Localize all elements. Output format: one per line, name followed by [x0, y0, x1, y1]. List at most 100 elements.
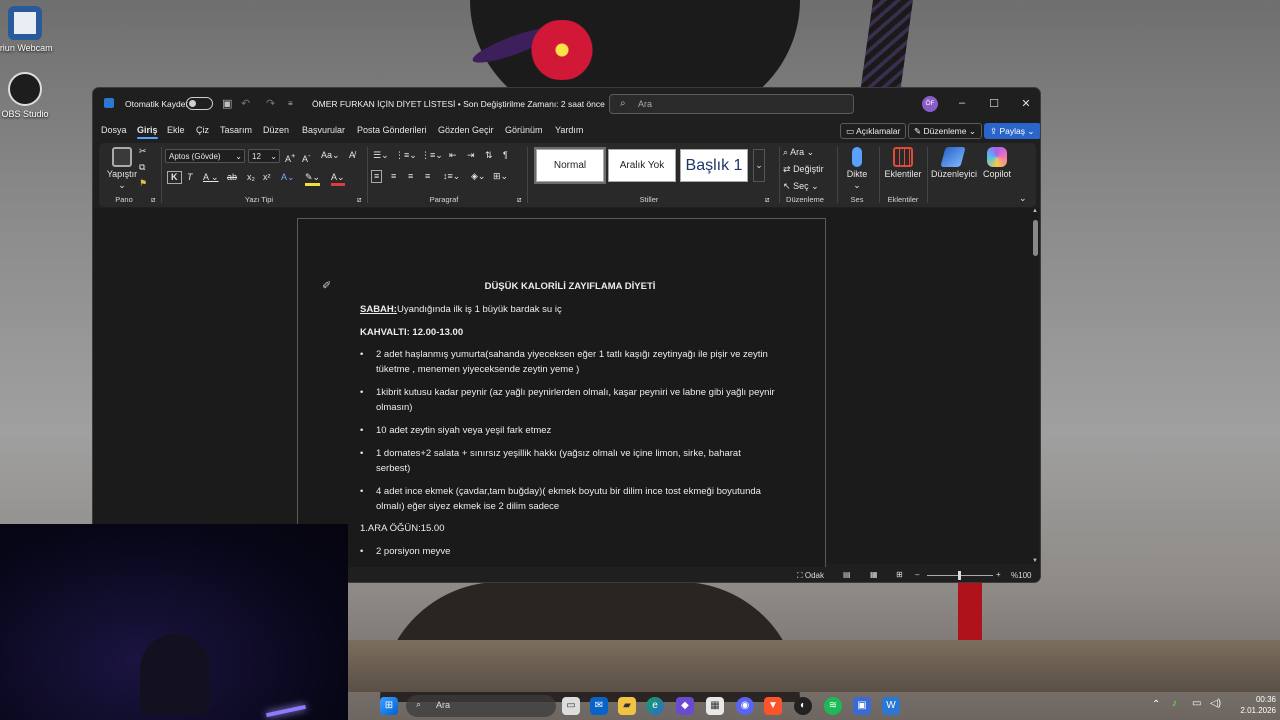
maximize-icon[interactable]: ☐ [987, 97, 1001, 110]
minimize-icon[interactable]: – [955, 97, 969, 109]
autosave-toggle[interactable] [186, 97, 213, 110]
customize-toolbar-icon[interactable]: ≡ [288, 99, 293, 108]
highlight-icon[interactable]: ✎⌄ [305, 172, 321, 186]
replace-button[interactable]: ⇄ Değiştir [783, 164, 824, 175]
dialog-launcher-icon[interactable]: ⧄ [765, 195, 769, 206]
web-layout-icon[interactable]: ⊞ [896, 570, 903, 579]
store-icon[interactable]: ▦ [706, 697, 724, 715]
strikethrough-button[interactable]: ab [227, 172, 237, 183]
desktop-icon-obs-studio[interactable]: OBS Studio [0, 72, 55, 119]
zoom-slider-thumb[interactable] [958, 571, 961, 580]
brave-icon[interactable]: ▼ [764, 697, 782, 715]
superscript-button[interactable]: x² [263, 172, 271, 183]
text-effects-icon[interactable]: A⌄ [281, 172, 295, 183]
style-no-spacing[interactable]: Aralık Yok [608, 149, 676, 182]
multilevel-list-icon[interactable]: ⋮≡⌄ [421, 150, 443, 161]
zoom-in-icon[interactable]: + [996, 570, 1001, 579]
tab-dosya[interactable]: Dosya [101, 125, 127, 135]
style-normal[interactable]: Normal [534, 147, 606, 184]
vertical-scrollbar[interactable]: ▲ ▼ [1031, 208, 1039, 568]
file-explorer-icon[interactable]: ▰ [618, 697, 636, 715]
app-icon[interactable]: ▣ [853, 697, 871, 715]
numbering-icon[interactable]: ⋮≡⌄ [395, 150, 417, 161]
find-button[interactable]: ⌕ Ara ⌄ [783, 147, 814, 158]
microphone-icon[interactable]: ♪ [1172, 698, 1177, 709]
decrease-indent-icon[interactable]: ⇤ [449, 150, 457, 161]
tab-gorunum[interactable]: Görünüm [505, 125, 543, 135]
redo-icon[interactable]: ↷ [266, 97, 275, 110]
show-marks-icon[interactable]: ¶ [503, 150, 508, 161]
grow-font-icon[interactable]: A+ [285, 150, 295, 165]
read-mode-icon[interactable]: ▤ [843, 570, 851, 579]
style-heading-1[interactable]: Başlık 1 [680, 149, 748, 182]
document-page[interactable]: ✐ DÜŞÜK KALORİLİ ZAYIFLAMA DİYETİ SABAH:… [297, 218, 826, 578]
borders-icon[interactable]: ⊞⌄ [493, 171, 508, 182]
word-taskbar-icon[interactable]: W [882, 697, 900, 715]
avatar[interactable]: ÖF [922, 96, 938, 112]
spotify-icon[interactable]: ≋ [824, 697, 842, 715]
font-name-select[interactable]: Aptos (Gövde) ⌄ [165, 149, 245, 163]
bullets-icon[interactable]: ☰⌄ [373, 150, 389, 161]
scroll-down-icon[interactable]: ▼ [1032, 558, 1038, 564]
clear-formatting-icon[interactable]: A̸ [349, 150, 355, 161]
task-view-icon[interactable]: ▭ [562, 697, 580, 715]
chevron-up-icon[interactable]: ⌃ [1152, 699, 1160, 710]
scroll-thumb[interactable] [1033, 220, 1038, 256]
print-layout-icon[interactable]: ▦ [870, 570, 878, 579]
undo-icon[interactable]: ↶ [241, 97, 250, 110]
editing-mode-button[interactable]: ✎ Düzenleme ⌄ [908, 123, 982, 139]
network-icon[interactable]: ▭ [1192, 698, 1201, 709]
tab-ekle[interactable]: Ekle [167, 125, 185, 135]
app-icon[interactable]: ◆ [676, 697, 694, 715]
outlook-icon[interactable]: ✉ [590, 697, 608, 715]
tab-ciz[interactable]: Çiz [196, 125, 209, 135]
desktop-icon-iriun-webcam[interactable]: Iriun Webcam [0, 6, 55, 53]
comments-button[interactable]: ▭ Açıklamalar [840, 123, 907, 139]
editor-button[interactable]: Düzenleyici [931, 147, 977, 180]
shading-icon[interactable]: ◈⌄ [471, 171, 485, 182]
focus-button[interactable]: ⛶ Odak [797, 571, 824, 581]
tab-giris[interactable]: Giriş [137, 125, 158, 139]
collapse-ribbon-icon[interactable]: ⌄ [1019, 193, 1027, 204]
tab-posta[interactable]: Posta Gönderileri [357, 125, 427, 135]
tab-tasarim[interactable]: Tasarım [220, 125, 252, 135]
taskbar-search[interactable]: ⌕ Ara [406, 695, 556, 717]
dialog-launcher-icon[interactable]: ⧄ [357, 195, 361, 206]
styles-more-icon[interactable]: ⌄ [753, 149, 765, 182]
font-size-select[interactable]: 12 ⌄ [248, 149, 280, 163]
volume-icon[interactable]: ◁) [1210, 698, 1221, 709]
italic-button[interactable]: T [187, 172, 193, 183]
zoom-level[interactable]: %100 [1011, 571, 1031, 580]
format-painter-icon[interactable]: ⚑ [139, 178, 147, 189]
dictate-button[interactable]: Dikte ⌄ [841, 147, 873, 191]
subscript-button[interactable]: x₂ [247, 172, 255, 183]
sort-icon[interactable]: ⇅ [485, 150, 493, 161]
paste-button[interactable]: Yapıştır ⌄ [105, 147, 139, 191]
line-spacing-icon[interactable]: ↕≡⌄ [443, 171, 460, 182]
addins-button[interactable]: Eklentiler [883, 147, 923, 180]
copy-icon[interactable]: ⧉ [139, 162, 145, 173]
close-icon[interactable]: ✕ [1019, 97, 1033, 110]
share-button[interactable]: ⇪ Paylaş ⌄ [984, 123, 1040, 139]
align-right-icon[interactable]: ≡ [408, 171, 413, 182]
discord-icon[interactable]: ◉ [736, 697, 754, 715]
dialog-launcher-icon[interactable]: ⧄ [151, 195, 155, 206]
search-box[interactable]: ⌕ Ara [609, 94, 854, 114]
shrink-font-icon[interactable]: A- [302, 150, 311, 165]
document-title[interactable]: ÖMER FURKAN İÇİN DİYET LİSTESİ • Son Değ… [312, 99, 614, 110]
justify-icon[interactable]: ≡ [425, 171, 430, 182]
start-icon[interactable]: ⊞ [380, 697, 398, 715]
edge-icon[interactable]: e [646, 697, 664, 715]
clock[interactable]: 00:36 2.01.2026 [1228, 694, 1276, 716]
increase-indent-icon[interactable]: ⇥ [467, 150, 475, 161]
cut-icon[interactable]: ✂ [139, 146, 147, 157]
bold-button[interactable]: K [167, 171, 182, 184]
tab-yardim[interactable]: Yardım [555, 125, 583, 135]
copilot-button[interactable]: Copilot [977, 147, 1017, 180]
change-case-icon[interactable]: Aa⌄ [321, 150, 340, 161]
align-center-icon[interactable]: ≡ [391, 171, 396, 182]
select-button[interactable]: ↖ Seç ⌄ [783, 181, 819, 192]
tab-gozden-gecir[interactable]: Gözden Geçir [438, 125, 494, 135]
zoom-slider[interactable] [927, 571, 993, 580]
underline-button[interactable]: A ⌄ [203, 172, 219, 183]
